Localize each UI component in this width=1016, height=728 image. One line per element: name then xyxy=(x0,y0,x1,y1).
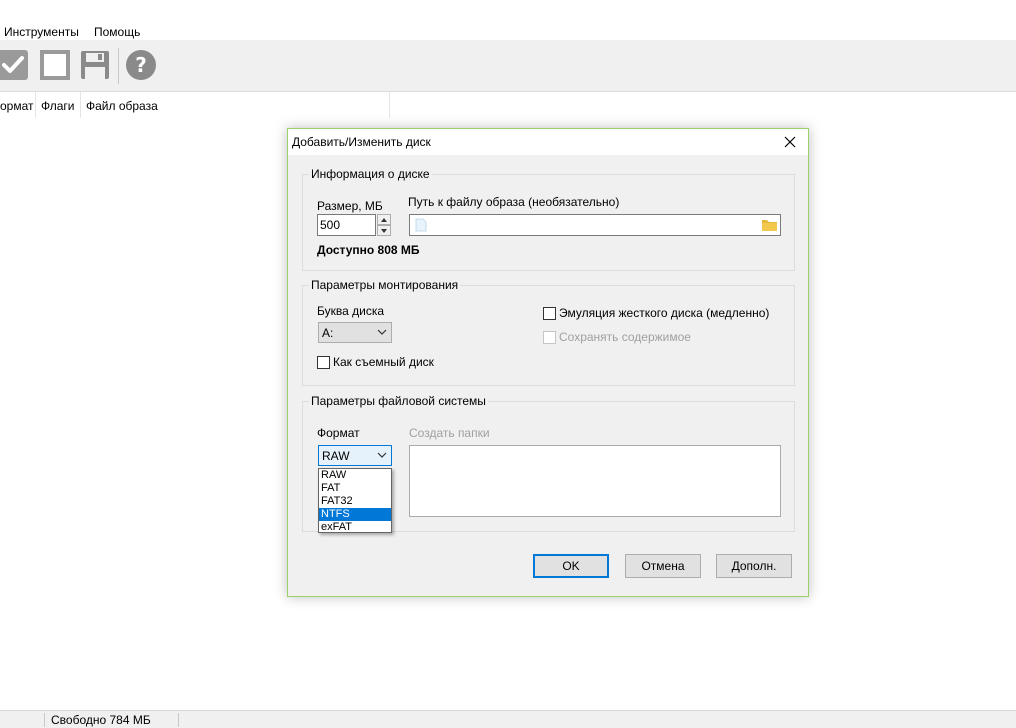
folder-icon xyxy=(762,220,777,231)
toolbar: ? xyxy=(0,40,1016,92)
dialog-title: Добавить/Изменить диск xyxy=(292,135,431,149)
size-spinner[interactable] xyxy=(377,214,391,236)
status-free-space: Свободно 784 МБ xyxy=(51,713,151,727)
column-flags[interactable]: Флаги xyxy=(36,92,81,118)
browse-button[interactable] xyxy=(761,217,778,233)
toolbar-separator xyxy=(118,48,119,84)
status-bar: Свободно 784 МБ xyxy=(0,710,1016,728)
removable-disk-checkbox[interactable]: Как съемный диск xyxy=(317,355,434,369)
removable-disk-checkbox-box[interactable] xyxy=(317,355,330,369)
mount-params-group-title: Параметры монтирования xyxy=(309,278,461,292)
save-contents-checkbox-box xyxy=(543,330,556,344)
ok-button[interactable]: OK xyxy=(533,554,609,578)
svg-text:?: ? xyxy=(135,53,147,77)
check-icon xyxy=(0,50,28,80)
empty-square-icon xyxy=(40,50,70,80)
hdd-emulation-checkbox[interactable]: Эмуляция жесткого диска (медленно) xyxy=(543,306,769,320)
drive-letter-label: Буква диска xyxy=(317,304,385,318)
image-path-label: Путь к файлу образа (необязательно) xyxy=(408,195,620,209)
chevron-down-icon xyxy=(377,329,387,335)
arrow-up-icon xyxy=(381,217,387,222)
fs-params-group-title: Параметры файловой системы xyxy=(309,394,488,408)
column-image-file[interactable]: Файл образа xyxy=(81,92,390,118)
more-button[interactable]: Дополн. xyxy=(716,554,792,578)
menu-tools[interactable]: Инструменты xyxy=(4,25,79,39)
apply-button[interactable] xyxy=(0,48,30,82)
column-format[interactable]: ормат xyxy=(0,92,36,118)
chevron-down-icon xyxy=(377,452,387,458)
cancel-button[interactable]: Отмена xyxy=(625,554,701,578)
spin-up-button[interactable] xyxy=(377,214,391,225)
dialog-title-bar: Добавить/Изменить диск xyxy=(288,129,808,155)
format-dropdown-list: RAW FAT FAT32 NTFS exFAT xyxy=(318,468,392,533)
arrow-down-icon xyxy=(381,228,387,233)
file-icon xyxy=(415,218,427,232)
size-input[interactable]: 500 xyxy=(317,214,376,236)
close-icon xyxy=(784,136,796,148)
unmount-button[interactable] xyxy=(38,48,72,82)
disk-info-group-title: Информация о диске xyxy=(309,167,432,181)
floppy-disk-icon xyxy=(81,51,109,79)
spin-down-button[interactable] xyxy=(377,225,391,236)
drive-letter-select[interactable]: A: xyxy=(318,322,392,343)
format-option-ntfs[interactable]: NTFS xyxy=(319,508,391,521)
format-label: Формат xyxy=(317,426,360,440)
close-button[interactable] xyxy=(780,132,800,152)
status-divider xyxy=(44,713,45,727)
format-option-fat[interactable]: FAT xyxy=(319,482,391,495)
save-button[interactable] xyxy=(78,48,112,82)
format-option-raw[interactable]: RAW xyxy=(319,469,391,482)
question-mark-icon: ? xyxy=(126,50,156,80)
format-select[interactable]: RAW xyxy=(318,445,392,466)
format-option-exfat[interactable]: exFAT xyxy=(319,521,391,534)
image-path-input[interactable] xyxy=(409,214,781,236)
disk-list-header: ормат Флаги Файл образа xyxy=(0,92,1016,118)
create-folders-label: Создать папки xyxy=(409,426,490,440)
status-divider xyxy=(178,713,179,727)
available-space: Доступно 808 МБ xyxy=(317,243,420,257)
save-contents-checkbox: Сохранять содержимое xyxy=(543,330,691,344)
menu-help[interactable]: Помощь xyxy=(94,25,140,39)
create-folders-list xyxy=(409,445,781,517)
size-label: Размер, МБ xyxy=(317,199,383,213)
format-option-fat32[interactable]: FAT32 xyxy=(319,495,391,508)
menu-bar: Инструменты Помощь xyxy=(0,0,1016,40)
hdd-emulation-checkbox-box[interactable] xyxy=(543,306,556,320)
add-edit-disk-dialog: Добавить/Изменить диск Информация о диск… xyxy=(287,128,809,597)
help-button[interactable]: ? xyxy=(124,48,158,82)
